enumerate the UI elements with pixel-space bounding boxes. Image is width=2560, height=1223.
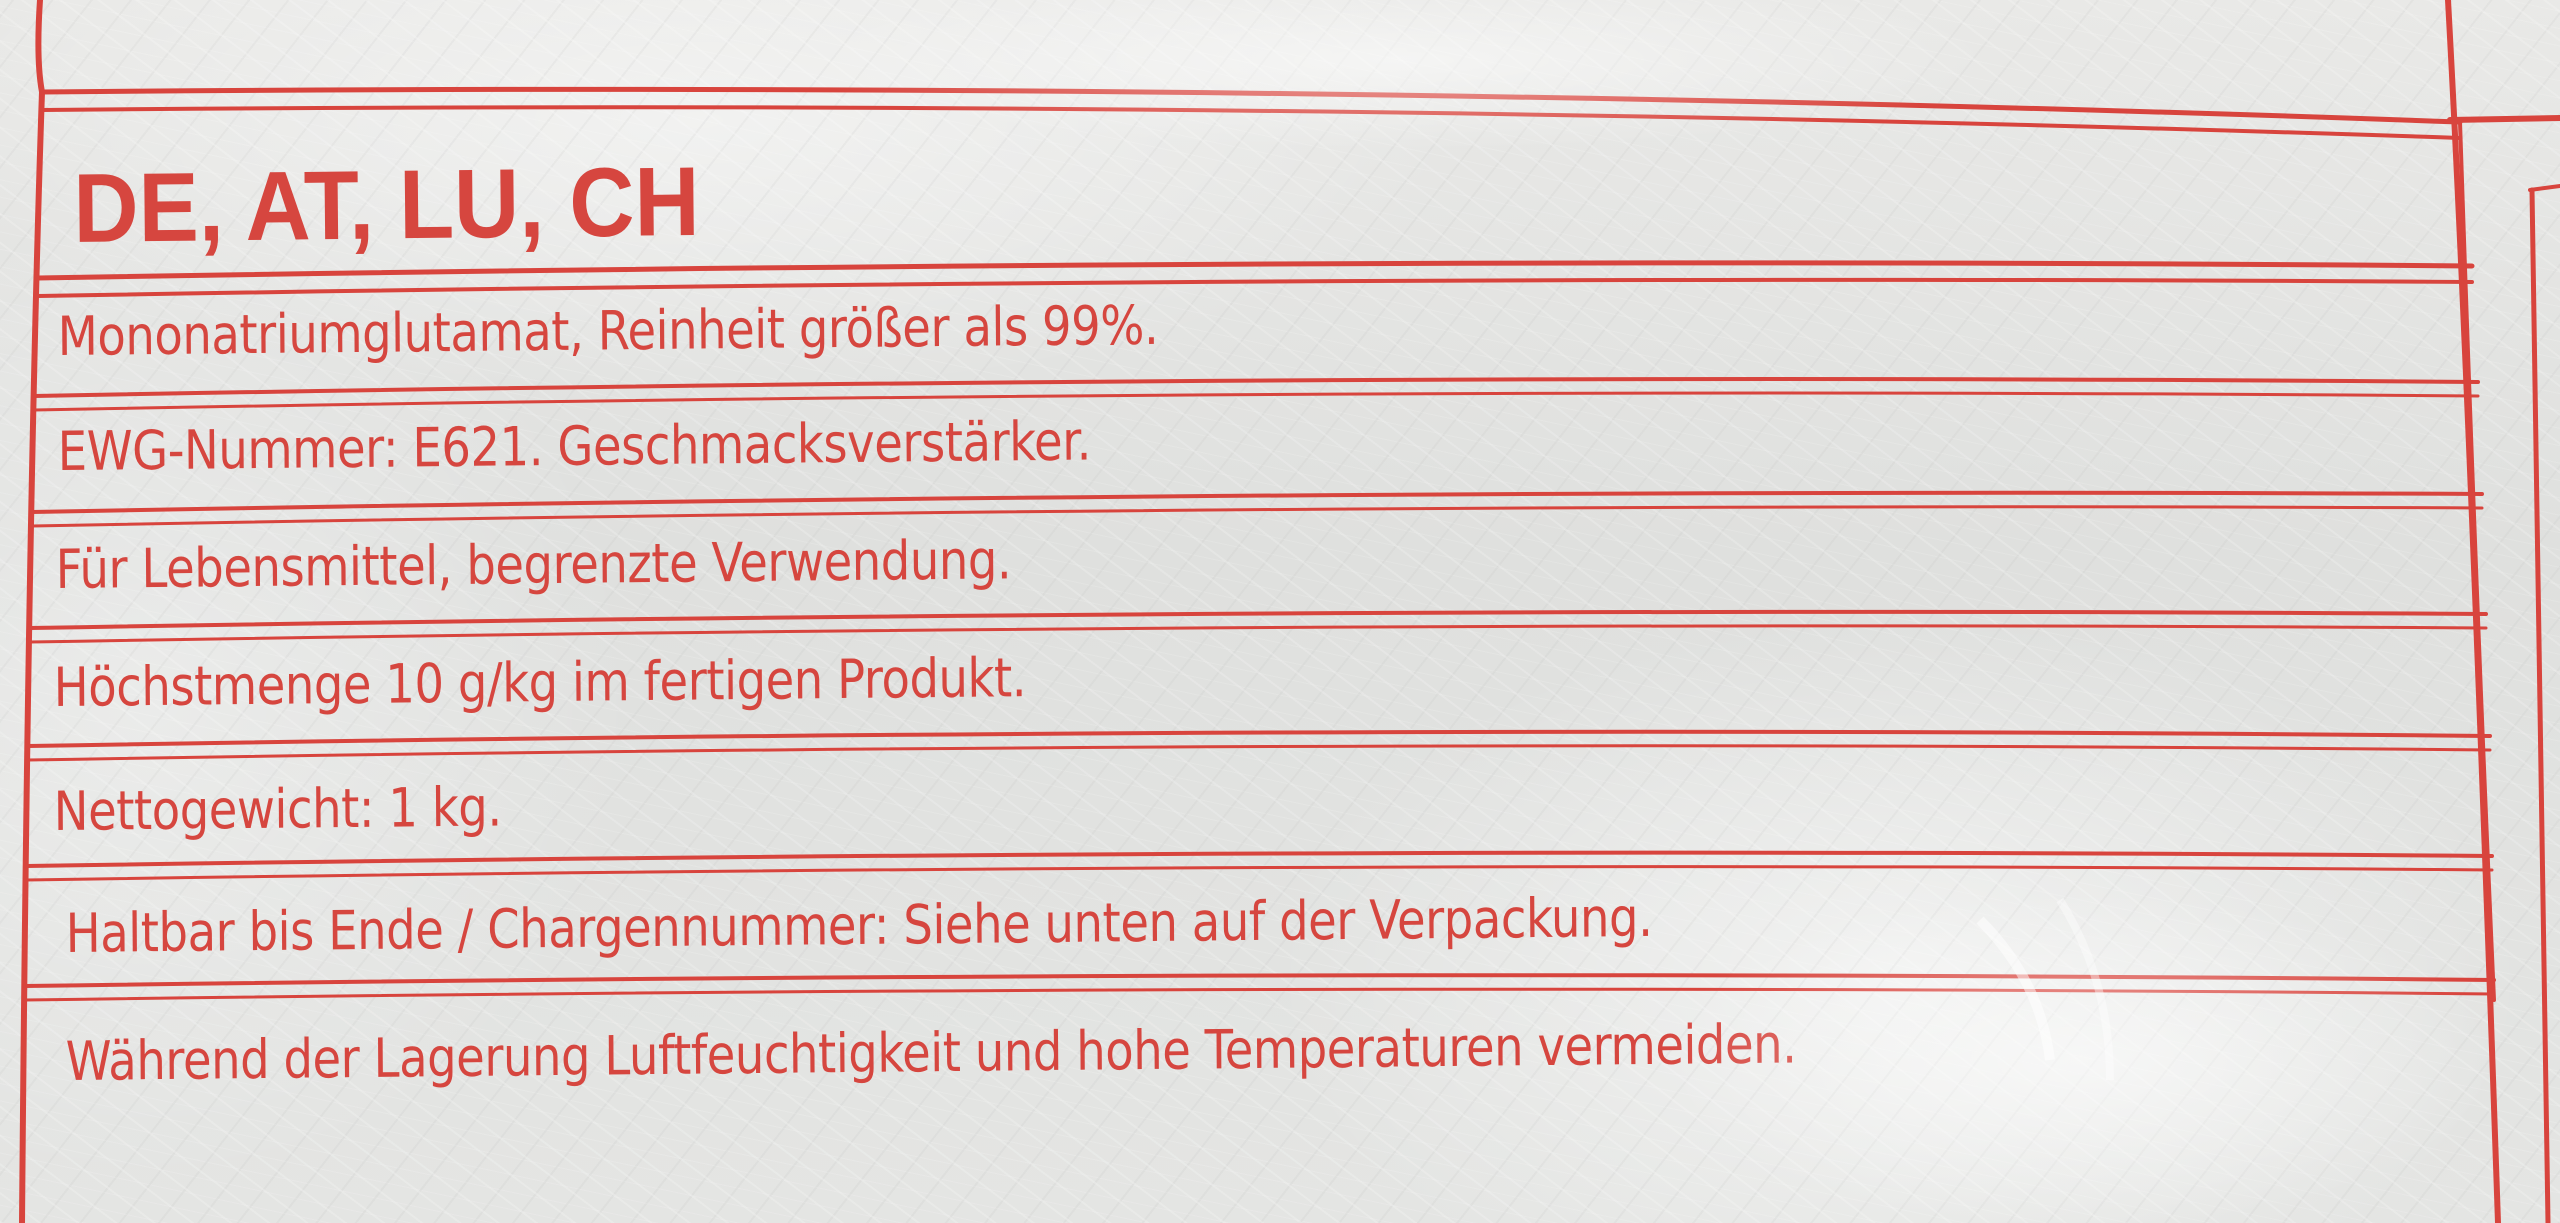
label-line-max-amount: Höchstmenge 10 g/kg im fertigen Produkt. (53, 646, 1027, 719)
photo-scene: DE, AT, LU, CH Mononatriumglutamat, Rein… (0, 0, 2560, 1223)
country-codes-heading: DE, AT, LU, CH (72, 145, 701, 264)
label-line-ingredient: Mononatriumglutamat, Reinheit größer als… (57, 293, 1159, 368)
label-line-usage: Für Lebensmittel, begrenzte Verwendung. (55, 528, 1012, 601)
label-line-ewg-number: EWG-Nummer: E621. Geschmacksverstärker. (57, 409, 1092, 483)
label-line-net-weight: Nettogewicht: 1 kg. (53, 775, 502, 843)
